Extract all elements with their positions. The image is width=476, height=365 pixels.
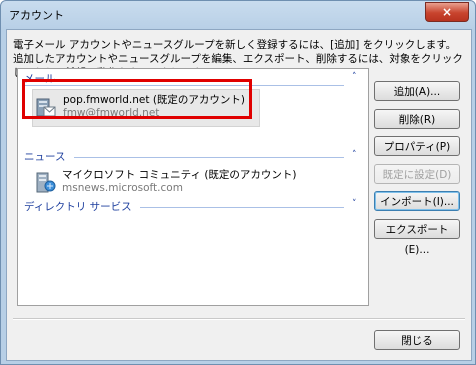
remove-button[interactable]: 削除(R) bbox=[374, 109, 460, 129]
chevron-up-icon[interactable]: ˄ bbox=[352, 72, 357, 82]
chevron-up-icon[interactable]: ˄ bbox=[352, 150, 357, 160]
window-title: アカウント bbox=[9, 9, 64, 22]
accounts-window: アカウント × 電子メール アカウントやニュースグループを新しく登録するには、[… bbox=[0, 0, 476, 365]
news-account-name: マイクロソフト コミュニティ (既定のアカウント) bbox=[62, 169, 297, 181]
window-close-button[interactable]: × bbox=[425, 2, 469, 22]
properties-button[interactable]: プロパティ(P) bbox=[374, 136, 460, 156]
close-button[interactable]: 閉じる bbox=[374, 330, 460, 350]
footer-divider bbox=[13, 318, 465, 320]
news-account-item[interactable]: マイクロソフト コミュニティ (既定のアカウント) msnews.microso… bbox=[32, 165, 297, 203]
news-account-address: msnews.microsoft.com bbox=[62, 182, 183, 194]
news-server-icon bbox=[34, 171, 56, 195]
group-header-news[interactable]: ニュース bbox=[24, 149, 65, 164]
group-header-directory[interactable]: ディレクトリ サービス bbox=[24, 199, 132, 214]
export-button[interactable]: エクスポート(E)... bbox=[374, 219, 460, 256]
group-divider-directory bbox=[140, 207, 344, 208]
chevron-down-icon[interactable]: ˅ bbox=[352, 199, 357, 209]
add-button[interactable]: 追加(A)... bbox=[374, 81, 460, 101]
group-divider-news bbox=[74, 157, 344, 158]
import-button[interactable]: インポート(I)... bbox=[374, 191, 460, 211]
title-bar: アカウント × bbox=[1, 1, 475, 29]
annotation-highlight-box bbox=[22, 79, 252, 119]
set-default-button[interactable]: 既定に設定(D) bbox=[374, 164, 460, 184]
